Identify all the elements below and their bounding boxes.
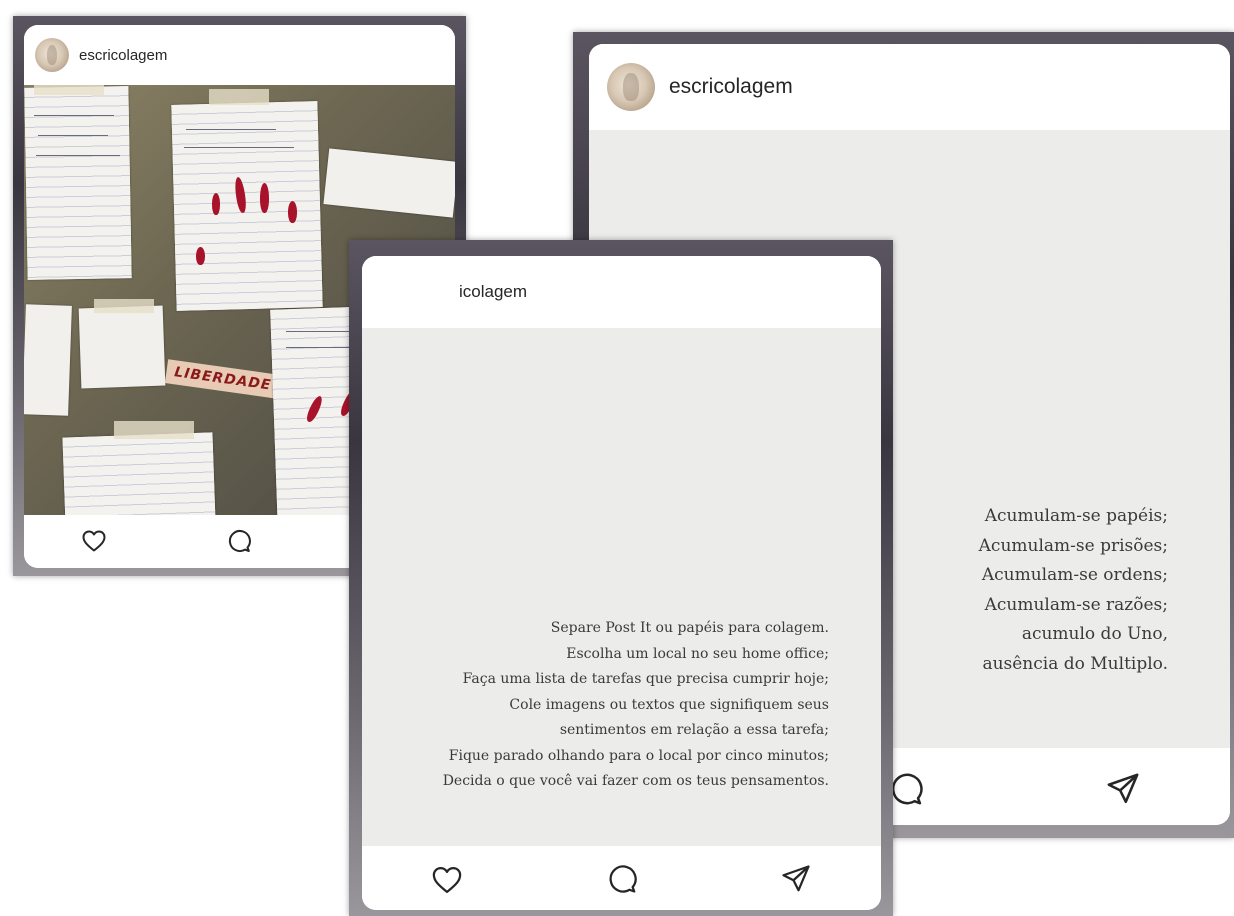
send-icon[interactable] bbox=[1106, 772, 1140, 806]
heart-icon[interactable] bbox=[82, 530, 106, 552]
heart-icon[interactable] bbox=[432, 866, 462, 894]
comment-icon[interactable] bbox=[889, 772, 923, 806]
instruction-line: Decida o que você vai fazer com os teus … bbox=[442, 773, 829, 789]
post-header: escricolagem bbox=[24, 25, 455, 85]
send-icon[interactable] bbox=[781, 864, 811, 894]
poem-line: Acumulam-se papéis; bbox=[984, 506, 1168, 526]
instruction-line: Faça uma lista de tarefas que precisa cu… bbox=[462, 671, 829, 687]
avatar[interactable] bbox=[35, 38, 69, 72]
username[interactable]: escricolagem bbox=[79, 47, 167, 64]
poem-line: acumulo do Uno, bbox=[1021, 624, 1168, 644]
instruction-line: Escolha um local no seu home office; bbox=[566, 645, 829, 662]
avatar[interactable] bbox=[607, 63, 655, 111]
instruction-line: Cole imagens ou textos que signifiquem s… bbox=[509, 696, 829, 713]
post-header: escricolagem bbox=[589, 44, 1230, 130]
username[interactable]: icolagem bbox=[459, 282, 527, 302]
instruction-line: Fique parado olhando para o local por ci… bbox=[448, 747, 829, 764]
poem-line: ausência do Multiplo. bbox=[982, 653, 1168, 674]
comment-icon[interactable] bbox=[607, 864, 637, 894]
username[interactable]: escricolagem bbox=[669, 75, 793, 99]
post-card-instructions: icolagem Separe Post It ou papéis para c… bbox=[362, 256, 881, 910]
instruction-line: sentimentos em relação a essa tarefa; bbox=[559, 722, 829, 738]
instructions-text: Separe Post It ou papéis para colagem. E… bbox=[443, 616, 829, 795]
poem-line: Acumulam-se prisões; bbox=[978, 535, 1168, 556]
instruction-line: Separe Post It ou papéis para colagem. bbox=[550, 620, 829, 636]
action-bar bbox=[362, 846, 881, 910]
post-header: icolagem bbox=[362, 256, 881, 328]
poem-line: Acumulam-se ordens; bbox=[981, 565, 1168, 585]
comment-icon[interactable] bbox=[227, 529, 251, 553]
post-image[interactable]: Separe Post It ou papéis para colagem. E… bbox=[362, 328, 881, 846]
poem-line: Acumulam-se razões; bbox=[984, 594, 1168, 615]
poem-text: Acumulam-se papéis; Acumulam-se prisões;… bbox=[979, 502, 1168, 679]
